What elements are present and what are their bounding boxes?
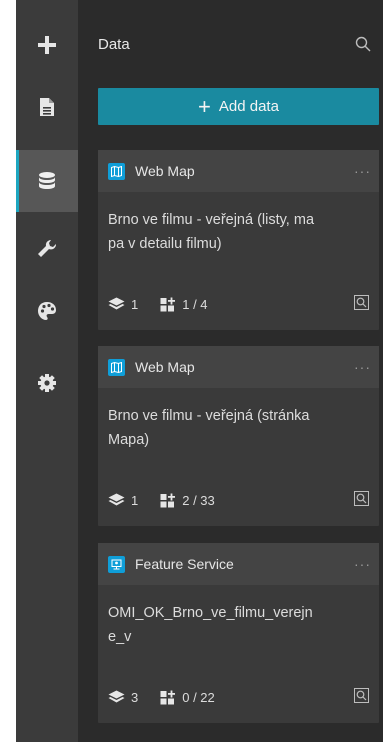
app-window: Data + Add data Web Map ··· Brno ve film… (16, 0, 383, 742)
gear-icon (38, 374, 56, 392)
web-map-icon (108, 358, 125, 376)
search-icon[interactable] (355, 36, 371, 57)
fields-icon (160, 690, 176, 704)
panel-title: Data (98, 36, 130, 53)
source-type-label: Web Map (135, 163, 195, 179)
zoom-to-icon[interactable] (354, 688, 369, 706)
page-button[interactable] (16, 76, 78, 138)
layers-icon (108, 297, 125, 310)
source-title: Brno ve filmu - veřejná (listy, ma pa v … (108, 212, 315, 252)
layer-count: 1 (108, 297, 138, 312)
page-icon (40, 98, 54, 116)
insert-button[interactable] (16, 14, 78, 76)
field-count: 1 / 4 (160, 297, 208, 312)
more-options-icon[interactable]: ··· (354, 556, 371, 572)
feature-service-icon (108, 555, 125, 573)
card-footer: 1 2 / 33 (98, 474, 379, 526)
layers-icon (108, 493, 125, 506)
plus-icon (38, 36, 56, 54)
source-title: Brno ve filmu - veřejná (stránka Mapa) (108, 408, 310, 448)
data-source-card[interactable]: Web Map ··· Brno ve filmu - veřejná (lis… (98, 150, 379, 330)
card-footer: 1 1 / 4 (98, 278, 379, 330)
web-map-icon (108, 162, 125, 180)
fields-icon (160, 297, 176, 311)
field-count: 0 / 22 (160, 690, 215, 705)
settings-button[interactable] (16, 352, 78, 414)
layer-count: 3 (108, 690, 138, 705)
database-icon (39, 172, 55, 189)
source-type-label: Feature Service (135, 556, 234, 572)
wrench-icon (38, 239, 57, 257)
fields-icon (160, 493, 176, 507)
data-source-card[interactable]: Web Map ··· Brno ve filmu - veřejná (str… (98, 346, 379, 526)
zoom-to-icon[interactable] (354, 295, 369, 313)
source-title: OMI_OK_Brno_ve_filmu_verejn e_v (108, 605, 313, 645)
add-data-button[interactable]: + Add data (98, 88, 379, 125)
field-count: 2 / 33 (160, 493, 215, 508)
settings-tools-button[interactable] (16, 218, 78, 280)
plus-icon: + (198, 93, 211, 119)
data-panel: Data + Add data Web Map ··· Brno ve film… (78, 0, 383, 742)
data-source-card[interactable]: Feature Service ··· OMI_OK_Brno_ve_filmu… (98, 543, 379, 723)
side-rail (16, 0, 78, 742)
more-options-icon[interactable]: ··· (354, 359, 371, 375)
card-header: Web Map ··· (98, 346, 379, 388)
card-header: Web Map ··· (98, 150, 379, 192)
data-button[interactable] (16, 150, 78, 212)
card-header: Feature Service ··· (98, 543, 379, 585)
layers-icon (108, 690, 125, 703)
source-type-label: Web Map (135, 359, 195, 375)
card-footer: 3 0 / 22 (98, 671, 379, 723)
layer-count: 1 (108, 493, 138, 508)
palette-icon (38, 302, 56, 320)
zoom-to-icon[interactable] (354, 491, 369, 509)
more-options-icon[interactable]: ··· (354, 163, 371, 179)
theme-button[interactable] (16, 280, 78, 342)
add-data-label: Add data (218, 98, 279, 115)
